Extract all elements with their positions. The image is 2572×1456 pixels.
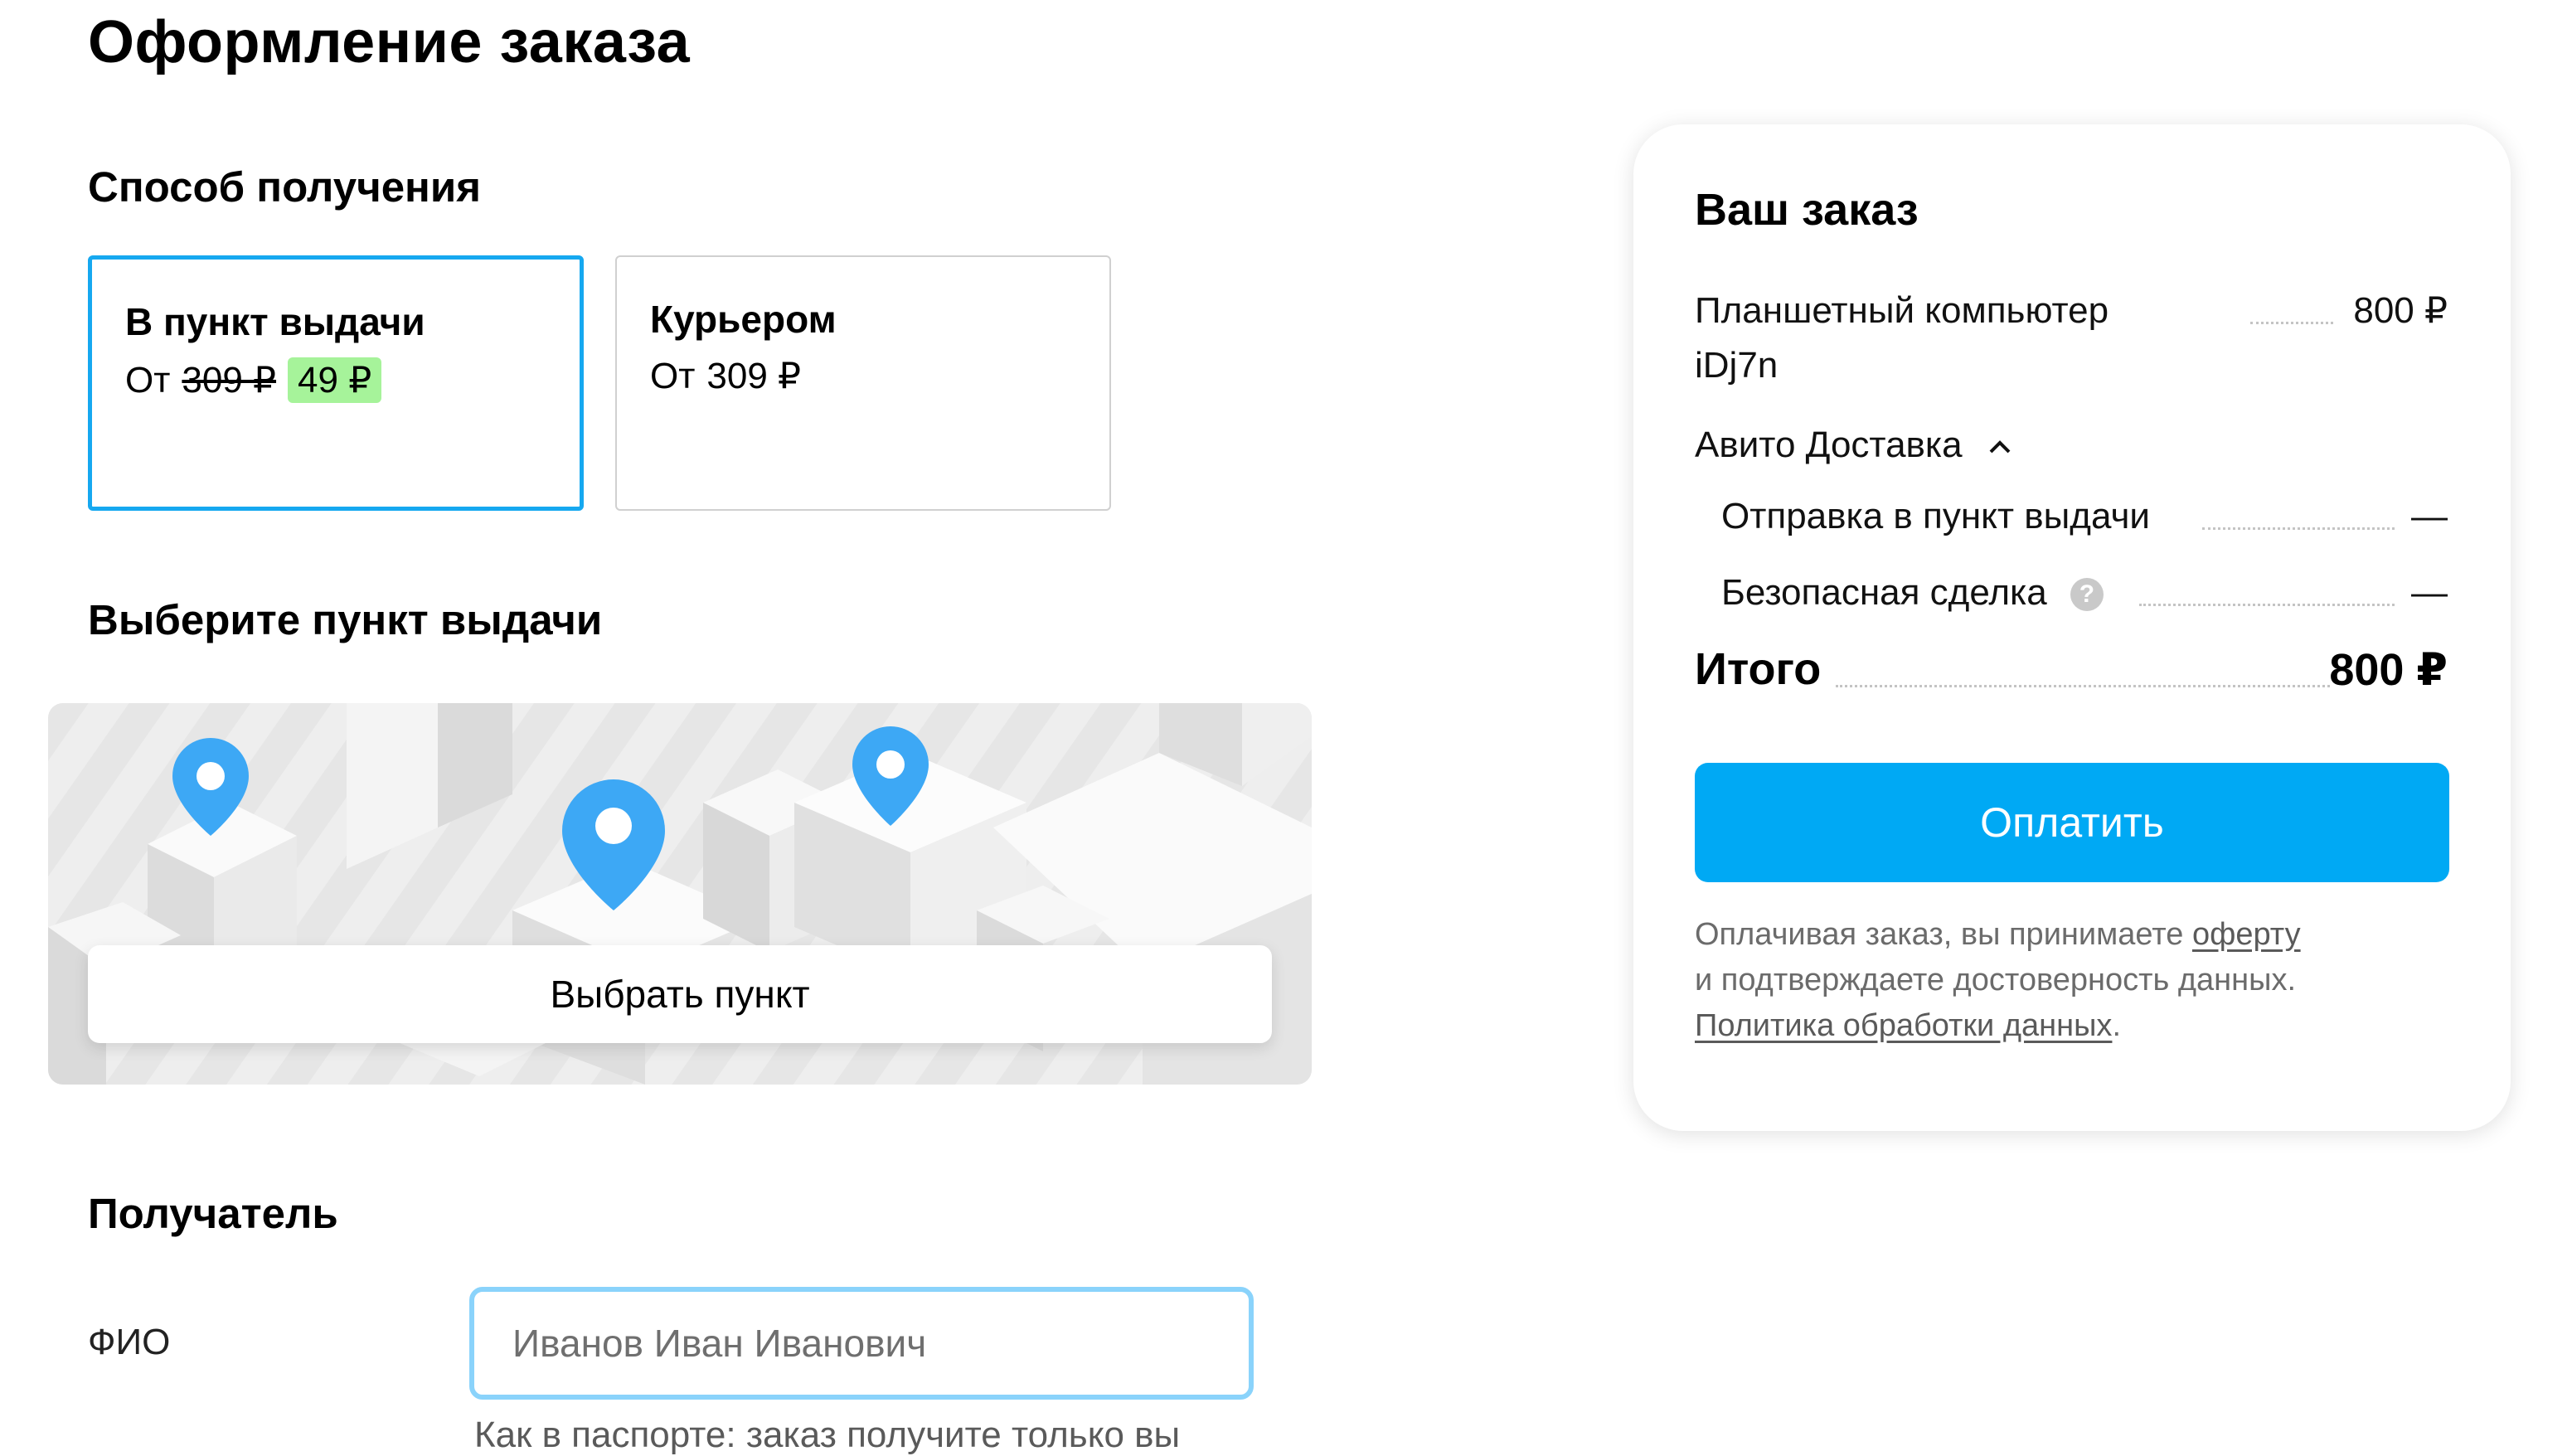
page-title: Оформление заказа xyxy=(88,9,691,75)
choose-pickup-point-button[interactable]: Выбрать пункт xyxy=(88,945,1272,1043)
item-price: 800 ₽ xyxy=(2353,290,2448,331)
privacy-policy-link[interactable]: Политика обработки данных xyxy=(1695,1008,2112,1043)
avito-delivery-label: Авито Доставка xyxy=(1695,425,1963,465)
chevron-up-icon xyxy=(1989,440,2011,454)
total-value: 800 ₽ xyxy=(2329,645,2448,695)
legal-notice: Оплачивая заказ, вы принимаете оферту и … xyxy=(1695,912,2458,1049)
delivery-line-label: Отправка в пункт выдачи xyxy=(1721,496,2150,536)
leader-dots xyxy=(2139,604,2395,606)
fio-label: ФИО xyxy=(88,1322,171,1362)
pickup-point-heading: Выберите пункт выдачи xyxy=(88,596,603,643)
secure-deal-row: Безопасная сделка ? xyxy=(1721,565,2104,620)
delivery-option-courier[interactable]: Курьером От 309 ₽ xyxy=(615,255,1111,511)
delivery-line-value: — xyxy=(2411,572,2448,613)
pickup-map[interactable]: Выбрать пункт xyxy=(48,703,1312,1085)
delivery-option-price: От 309 ₽ 49 ₽ xyxy=(125,357,382,403)
legal-text: и подтверждаете достоверность данных. xyxy=(1695,963,2297,997)
delivery-line-value: — xyxy=(2411,496,2448,536)
delivery-method-heading: Способ получения xyxy=(88,163,481,211)
fio-input[interactable] xyxy=(469,1287,1254,1400)
delivery-line-label: Безопасная сделка xyxy=(1721,572,2047,613)
item-name: Планшетный компьютер iDj7n xyxy=(1695,284,2109,393)
leader-dots xyxy=(2202,527,2395,530)
pay-button[interactable]: Оплатить xyxy=(1695,763,2449,882)
recipient-heading: Получатель xyxy=(88,1190,338,1237)
delivery-option-title: Курьером xyxy=(650,298,837,341)
delivery-option-price: От 309 ₽ xyxy=(650,355,801,397)
leader-dots xyxy=(2250,322,2333,324)
item-name-line2: iDj7n xyxy=(1695,345,1779,386)
order-summary-title: Ваш заказ xyxy=(1695,185,1919,235)
price-prefix: От xyxy=(125,359,171,400)
price: 309 ₽ xyxy=(706,356,802,396)
delivery-option-pickup-point[interactable]: В пункт выдачи От 309 ₽ 49 ₽ xyxy=(88,255,584,511)
offer-link[interactable]: оферту xyxy=(2192,917,2301,952)
total-label: Итого xyxy=(1695,644,1822,694)
legal-text: Оплачивая заказ, вы принимаете xyxy=(1695,917,2192,952)
avito-delivery-toggle[interactable]: Авито Доставка xyxy=(1695,418,2012,473)
legal-text: . xyxy=(2112,1008,2121,1043)
item-name-line1: Планшетный компьютер xyxy=(1695,290,2109,331)
help-icon[interactable]: ? xyxy=(2070,578,2104,612)
order-summary-panel: Ваш заказ Планшетный компьютер iDj7n 800… xyxy=(1633,124,2511,1131)
leader-dots xyxy=(1836,685,2330,687)
fio-hint: Как в паспорте: заказ получите только вы xyxy=(474,1415,1181,1455)
discount-price-badge: 49 ₽ xyxy=(288,357,382,403)
delivery-option-title: В пункт выдачи xyxy=(125,300,425,343)
price-prefix: От xyxy=(650,355,696,396)
old-price: 309 ₽ xyxy=(182,360,277,400)
